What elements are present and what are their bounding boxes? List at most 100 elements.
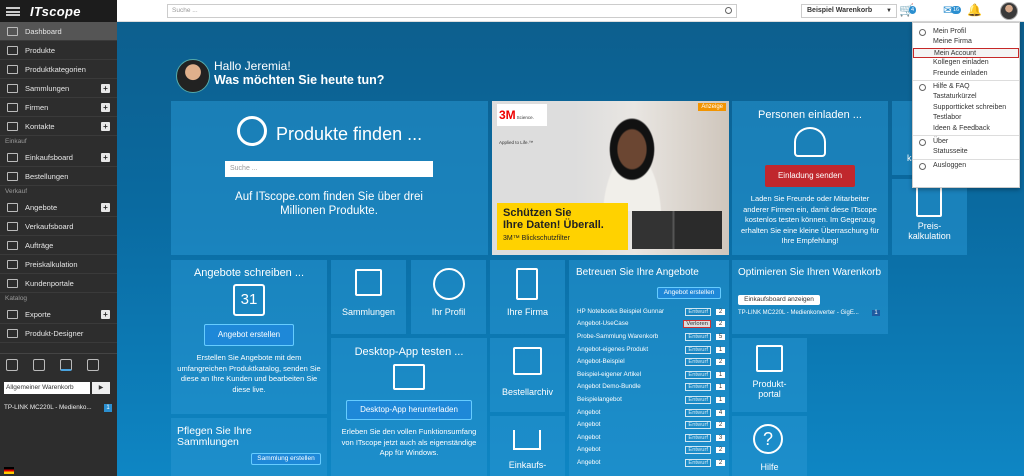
menu-icon[interactable] bbox=[6, 6, 20, 16]
offer-row[interactable]: Probe-Sammlung Warenkorb Entwurf 5 bbox=[577, 330, 725, 343]
menu-item-über[interactable]: Über bbox=[913, 137, 1019, 147]
advertisement[interactable]: Anzeige 3MScience. Applied to Life.™ Sch… bbox=[492, 101, 729, 255]
sidebar-nav-einkauf: Einkaufsboard + Bestellungen bbox=[0, 148, 117, 186]
manage-create-offer-button[interactable]: Angebot erstellen bbox=[657, 287, 721, 299]
sidebar-item-produkte[interactable]: Produkte bbox=[0, 41, 117, 60]
purchase-label: Einkaufs- bbox=[508, 460, 547, 470]
menu-item-label: Tastaturkürzel bbox=[933, 93, 977, 101]
cart-icon[interactable] bbox=[87, 358, 99, 371]
menu-item-hilfe-faq[interactable]: Hilfe & FAQ bbox=[913, 82, 1019, 92]
notification-count-badge: 16 bbox=[951, 6, 962, 14]
list-icon[interactable] bbox=[60, 358, 72, 371]
offer-row[interactable]: Angebot-UseCase Verloren 2 bbox=[577, 318, 725, 331]
purchase-tile[interactable]: Einkaufs- bbox=[490, 416, 565, 476]
bell-icon[interactable]: 🔔 bbox=[967, 4, 982, 17]
product-portal-tile[interactable]: Produkt-portal bbox=[732, 338, 807, 412]
sidebar-item-exporte[interactable]: Exporte + bbox=[0, 305, 117, 324]
menu-item-ausloggen[interactable]: Ausloggen bbox=[913, 161, 1019, 171]
cart-select[interactable]: Allgemeiner Warenkorb bbox=[4, 382, 90, 394]
sidebar-item-label: Produkt-Designer bbox=[25, 328, 84, 338]
sidebar-item-einkaufsboard[interactable]: Einkaufsboard + bbox=[0, 148, 117, 167]
box-icon bbox=[355, 269, 382, 296]
add-icon[interactable]: + bbox=[101, 84, 110, 93]
offer-name: Angebot bbox=[577, 421, 601, 429]
sidebar-item-angebote[interactable]: Angebote + bbox=[0, 198, 117, 217]
sidebar-item-produkt-designer[interactable]: Produkt-Designer bbox=[0, 324, 117, 343]
search-icon[interactable] bbox=[725, 7, 732, 14]
offer-name: Beispielangebot bbox=[577, 395, 622, 403]
show-purchase-board-button[interactable]: Einkaufsboard anzeigen bbox=[738, 295, 820, 305]
collections-label: Sammlungen bbox=[341, 307, 396, 317]
user-menu-dropdown: Mein Profil Meine Firma Mein Account Kolleg… bbox=[912, 22, 1020, 188]
ad-headline-2: Ihre Daten! Überall. bbox=[503, 219, 604, 231]
create-collection-button[interactable]: Sammlung erstellen bbox=[251, 453, 321, 465]
menu-item-mein-profil[interactable]: Mein Profil bbox=[913, 27, 1019, 37]
offer-count: 2 bbox=[716, 308, 725, 315]
sidebar-item-dashboard[interactable]: Dashboard bbox=[0, 22, 117, 41]
offer-row[interactable]: Angebot Demo-Bundle Entwurf 1 bbox=[577, 381, 725, 394]
offer-row[interactable]: Angebot Entwurf 2 bbox=[577, 456, 725, 469]
offer-row[interactable]: Angebot Entwurf 4 bbox=[577, 406, 725, 419]
menu-item-tastaturkürzel[interactable]: Tastaturkürzel bbox=[913, 92, 1019, 102]
menu-item-freunde-einladen[interactable]: Freunde einladen bbox=[913, 69, 1019, 79]
global-search-input[interactable]: Suche ... bbox=[167, 4, 737, 18]
add-icon[interactable]: + bbox=[101, 153, 110, 162]
order-archive-tile[interactable]: Bestellarchiv bbox=[490, 338, 565, 412]
user-avatar[interactable] bbox=[1000, 2, 1018, 20]
product-search-input[interactable]: Suche ... bbox=[225, 161, 433, 177]
sidebar-item-aufträge[interactable]: Aufträge bbox=[0, 236, 117, 255]
offer-count: 2 bbox=[716, 459, 725, 466]
menu-item-meine-firma[interactable]: Meine Firma bbox=[913, 37, 1019, 47]
collections-tile[interactable]: Sammlungen bbox=[331, 260, 406, 334]
download-app-button[interactable]: Desktop-App herunterladen bbox=[346, 400, 472, 420]
create-offer-button[interactable]: Angebot erstellen bbox=[204, 324, 294, 346]
cart-go-button[interactable]: ▶ bbox=[92, 382, 110, 394]
sidebar-item-preiskalkulation[interactable]: Preiskalkulation bbox=[0, 255, 117, 274]
price-calc-tile[interactable]: Preis-kalkulation bbox=[892, 179, 967, 255]
brand-logo[interactable]: ITscope bbox=[30, 4, 81, 19]
sidebar-item-kundenportale[interactable]: Kundenportale bbox=[0, 274, 117, 293]
menu-item-ideen-feedback[interactable]: Ideen & Feedback bbox=[913, 124, 1019, 134]
german-flag-icon[interactable] bbox=[4, 467, 14, 474]
offer-row[interactable]: Beispiel-eigener Artikel Entwurf 1 bbox=[577, 368, 725, 381]
profile-tile[interactable]: Ihr Profil bbox=[411, 260, 486, 334]
ad-headline-1: Schützen Sie bbox=[503, 207, 572, 219]
sidebar-item-kontakte[interactable]: Kontakte + bbox=[0, 117, 117, 136]
cart-dropdown[interactable]: Beispiel Warenkorb ▼ bbox=[801, 4, 897, 18]
offer-row[interactable]: Angebot-Beispiel Entwurf 2 bbox=[577, 355, 725, 368]
menu-item-supportticket-schreiben[interactable]: Supportticket schreiben bbox=[913, 103, 1019, 113]
add-icon[interactable]: + bbox=[101, 203, 110, 212]
nav-item-icon bbox=[7, 45, 18, 55]
add-icon[interactable]: + bbox=[101, 310, 110, 319]
offer-name: HP Notebooks Beispiel Gunnar bbox=[577, 307, 665, 315]
bookmark-icon[interactable] bbox=[6, 358, 18, 371]
cart-item[interactable]: TP-LINK MC220L - Medienko... 1 bbox=[4, 403, 112, 413]
help-tile[interactable]: ? Hilfe bbox=[732, 416, 807, 476]
add-icon[interactable]: + bbox=[101, 103, 110, 112]
company-tile[interactable]: Ihre Firma bbox=[490, 260, 565, 334]
offer-row[interactable]: HP Notebooks Beispiel Gunnar Entwurf 2 bbox=[577, 305, 725, 318]
sidebar-item-produktkategorien[interactable]: Produktkategorien bbox=[0, 60, 117, 79]
offer-name: Angebot bbox=[577, 408, 601, 416]
sidebar-item-bestellungen[interactable]: Bestellungen bbox=[0, 167, 117, 186]
offer-row[interactable]: Angebot Entwurf 2 bbox=[577, 418, 725, 431]
desktop-text: Erleben Sie den vollen Funktionsumfang v… bbox=[341, 427, 477, 457]
menu-item-kollegen-einladen[interactable]: Kollegen einladen bbox=[913, 58, 1019, 68]
menu-item-testlabor[interactable]: Testlabor bbox=[913, 113, 1019, 123]
offer-row[interactable]: Angebot Entwurf 2 bbox=[577, 444, 725, 457]
offer-row[interactable]: Beispielangebot Entwurf 1 bbox=[577, 393, 725, 406]
add-icon[interactable]: + bbox=[101, 122, 110, 131]
calculator-icon bbox=[916, 185, 942, 217]
handshake-icon[interactable] bbox=[33, 358, 45, 371]
sidebar-item-sammlungen[interactable]: Sammlungen + bbox=[0, 79, 117, 98]
nav-item-icon bbox=[7, 240, 18, 250]
menu-item-statusseite[interactable]: Statusseite bbox=[913, 147, 1019, 157]
offer-row[interactable]: Angebot-eigenes Produkt Entwurf 1 bbox=[577, 343, 725, 356]
menu-item-mein-account[interactable]: Mein Account bbox=[913, 47, 1019, 59]
offer-row[interactable]: Angebot Entwurf 3 bbox=[577, 431, 725, 444]
sidebar-item-verkaufsboard[interactable]: Verkaufsboard bbox=[0, 217, 117, 236]
help-label: Hilfe bbox=[760, 462, 779, 472]
optimize-item[interactable]: TP-LINK MC220L - Medienkonverter - GigE.… bbox=[738, 310, 880, 316]
sidebar-item-firmen[interactable]: Firmen + bbox=[0, 98, 117, 117]
invite-button[interactable]: Einladung senden bbox=[765, 165, 855, 187]
